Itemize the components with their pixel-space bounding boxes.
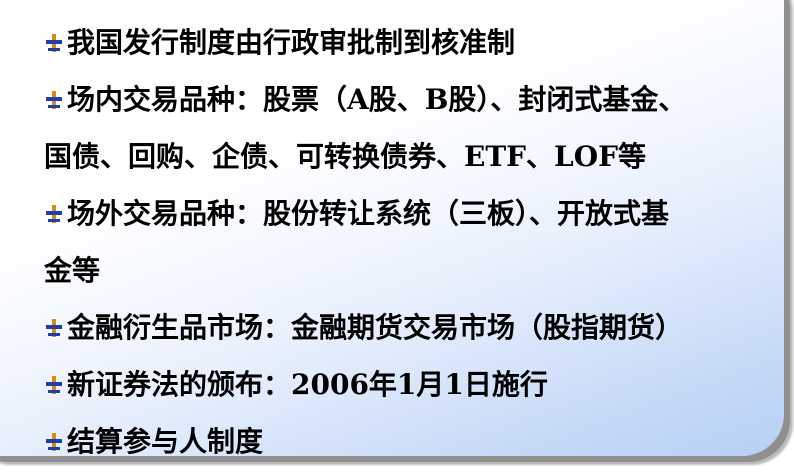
bullet-text: 金融衍生品市场：金融期货交易市场（股指期货） [67,311,684,344]
bullet-item-derivatives-market: 金融衍生品市场：金融期货交易市场（股指期货） [44,299,774,356]
bullet-text: 我国发行制度由行政审批制到核准制 [67,26,516,59]
bullet-text: 场外交易品种：股份转让系统（三板）、开放式基 [67,197,670,230]
plus-cross-icon [44,204,64,224]
bullet-item-otc-products: 场外交易品种：股份转让系统（三板）、开放式基 [44,185,774,242]
bullet-list: 我国发行制度由行政审批制到核准制 场内交易品种：股票（A股、B股）、封闭式基金、… [44,14,774,470]
continuation-line: 金等 [44,242,774,299]
slide: 我国发行制度由行政审批制到核准制 场内交易品种：股票（A股、B股）、封闭式基金、… [0,0,794,474]
bullet-text: 结算参与人制度 [67,425,264,458]
plus-cross-icon [44,318,64,338]
continuation-line: 国债、回购、企债、可转换债券、ETF、LOF等 [44,128,774,185]
plus-cross-icon [44,33,64,53]
plus-cross-icon [44,90,64,110]
continuation-text: 金等 [44,254,101,287]
bullet-item-securities-law: 新证券法的颁布：2006年1月1日施行 [44,356,774,413]
bullet-item-exchange-products: 场内交易品种：股票（A股、B股）、封闭式基金、 [44,71,774,128]
bullet-item-issuance-system: 我国发行制度由行政审批制到核准制 [44,14,774,71]
bullet-text: 场内交易品种：股票（A股、B股）、封闭式基金、 [67,83,687,116]
plus-cross-icon [44,432,64,452]
plus-cross-icon [44,375,64,395]
continuation-text: 国债、回购、企债、可转换债券、ETF、LOF等 [44,140,647,173]
bullet-item-clearing-participants: 结算参与人制度 [44,413,774,470]
bullet-text: 新证券法的颁布：2006年1月1日施行 [67,368,548,401]
